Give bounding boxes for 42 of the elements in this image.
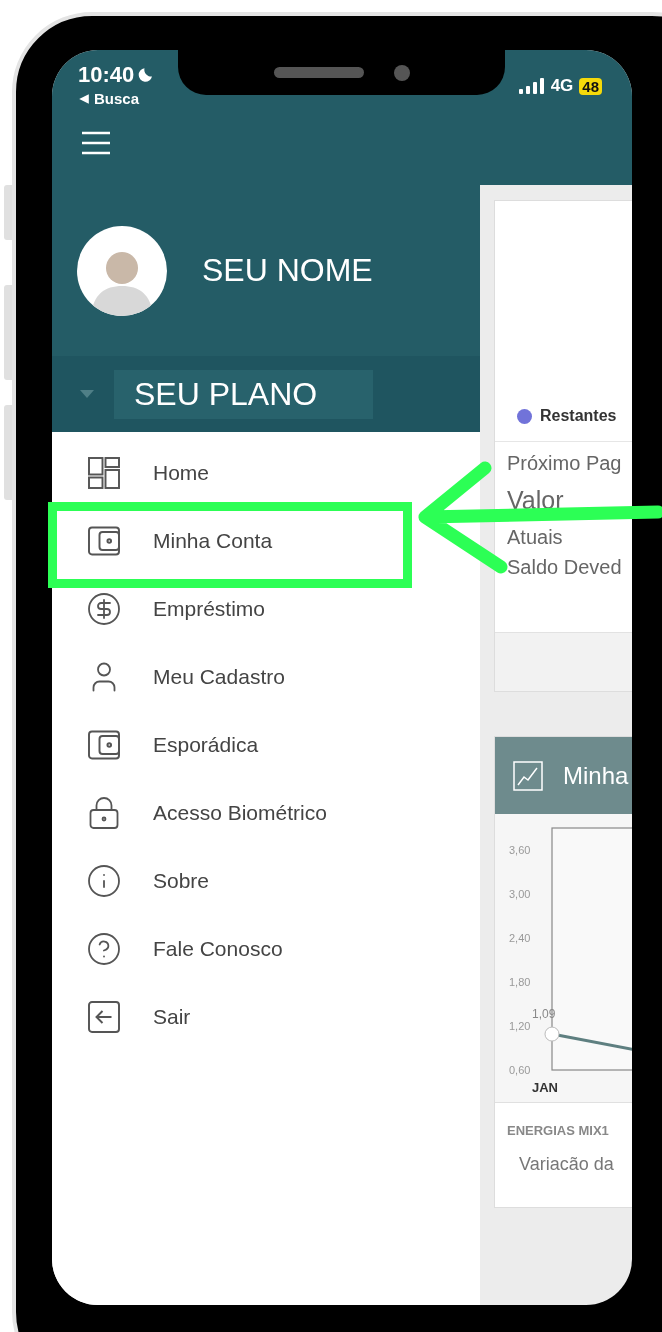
menu-item[interactable]: Home (52, 439, 480, 507)
user-name: SEU NOME (202, 252, 373, 289)
plan-selector[interactable]: SEU PLANO (114, 369, 374, 419)
tick-label: 3,00 (509, 888, 531, 900)
line-chart-icon (513, 760, 543, 791)
exit-icon (86, 999, 122, 1035)
tick-label: JAN (532, 1080, 558, 1095)
menu-item[interactable]: Esporádica (52, 711, 480, 779)
legend-label: Restantes (540, 407, 617, 425)
value-text: Valor (507, 485, 565, 516)
info-icon (86, 863, 122, 899)
menu-item[interactable]: Empréstimo (52, 575, 480, 643)
tick-label: 3,60 (509, 844, 531, 856)
label-text: Saldo Deved (507, 555, 623, 580)
card-title: Minha (563, 761, 629, 790)
tick-label: 0,60 (509, 1064, 531, 1076)
camera-dot (393, 64, 410, 81)
caption-text: Variacão da (518, 1153, 615, 1175)
tick-label: 2,40 (509, 932, 531, 944)
menu-item[interactable]: Meu Cadastro (52, 643, 480, 711)
tick-label: 1,20 (509, 1020, 531, 1032)
menu-item[interactable]: Sobre (52, 847, 480, 915)
label-text: Próximo Pag (507, 451, 623, 476)
tick-label: 1,80 (509, 976, 531, 988)
legend-dot (517, 408, 532, 424)
signal-icon (518, 78, 545, 94)
menu-item[interactable]: Minha Conta (52, 507, 480, 575)
grid-icon (86, 455, 122, 491)
help-icon (86, 931, 122, 967)
dollar-icon (86, 591, 122, 627)
back-link[interactable]: Busca (94, 90, 140, 107)
data-point (544, 1026, 560, 1042)
menu-icon[interactable] (80, 130, 112, 156)
label-text: Atuais (507, 525, 564, 550)
menu-item[interactable]: Fale Conosco (52, 915, 480, 983)
menu-item[interactable]: Sair (52, 983, 480, 1051)
network-label: 4G (550, 76, 574, 96)
menu-item[interactable]: Acesso Biométrico (52, 779, 480, 847)
back-icon[interactable] (78, 92, 90, 105)
clock: 10:40 (78, 62, 135, 88)
battery-indicator: 48 (579, 77, 602, 95)
series-title: ENERGIAS MIX1 (506, 1122, 610, 1138)
